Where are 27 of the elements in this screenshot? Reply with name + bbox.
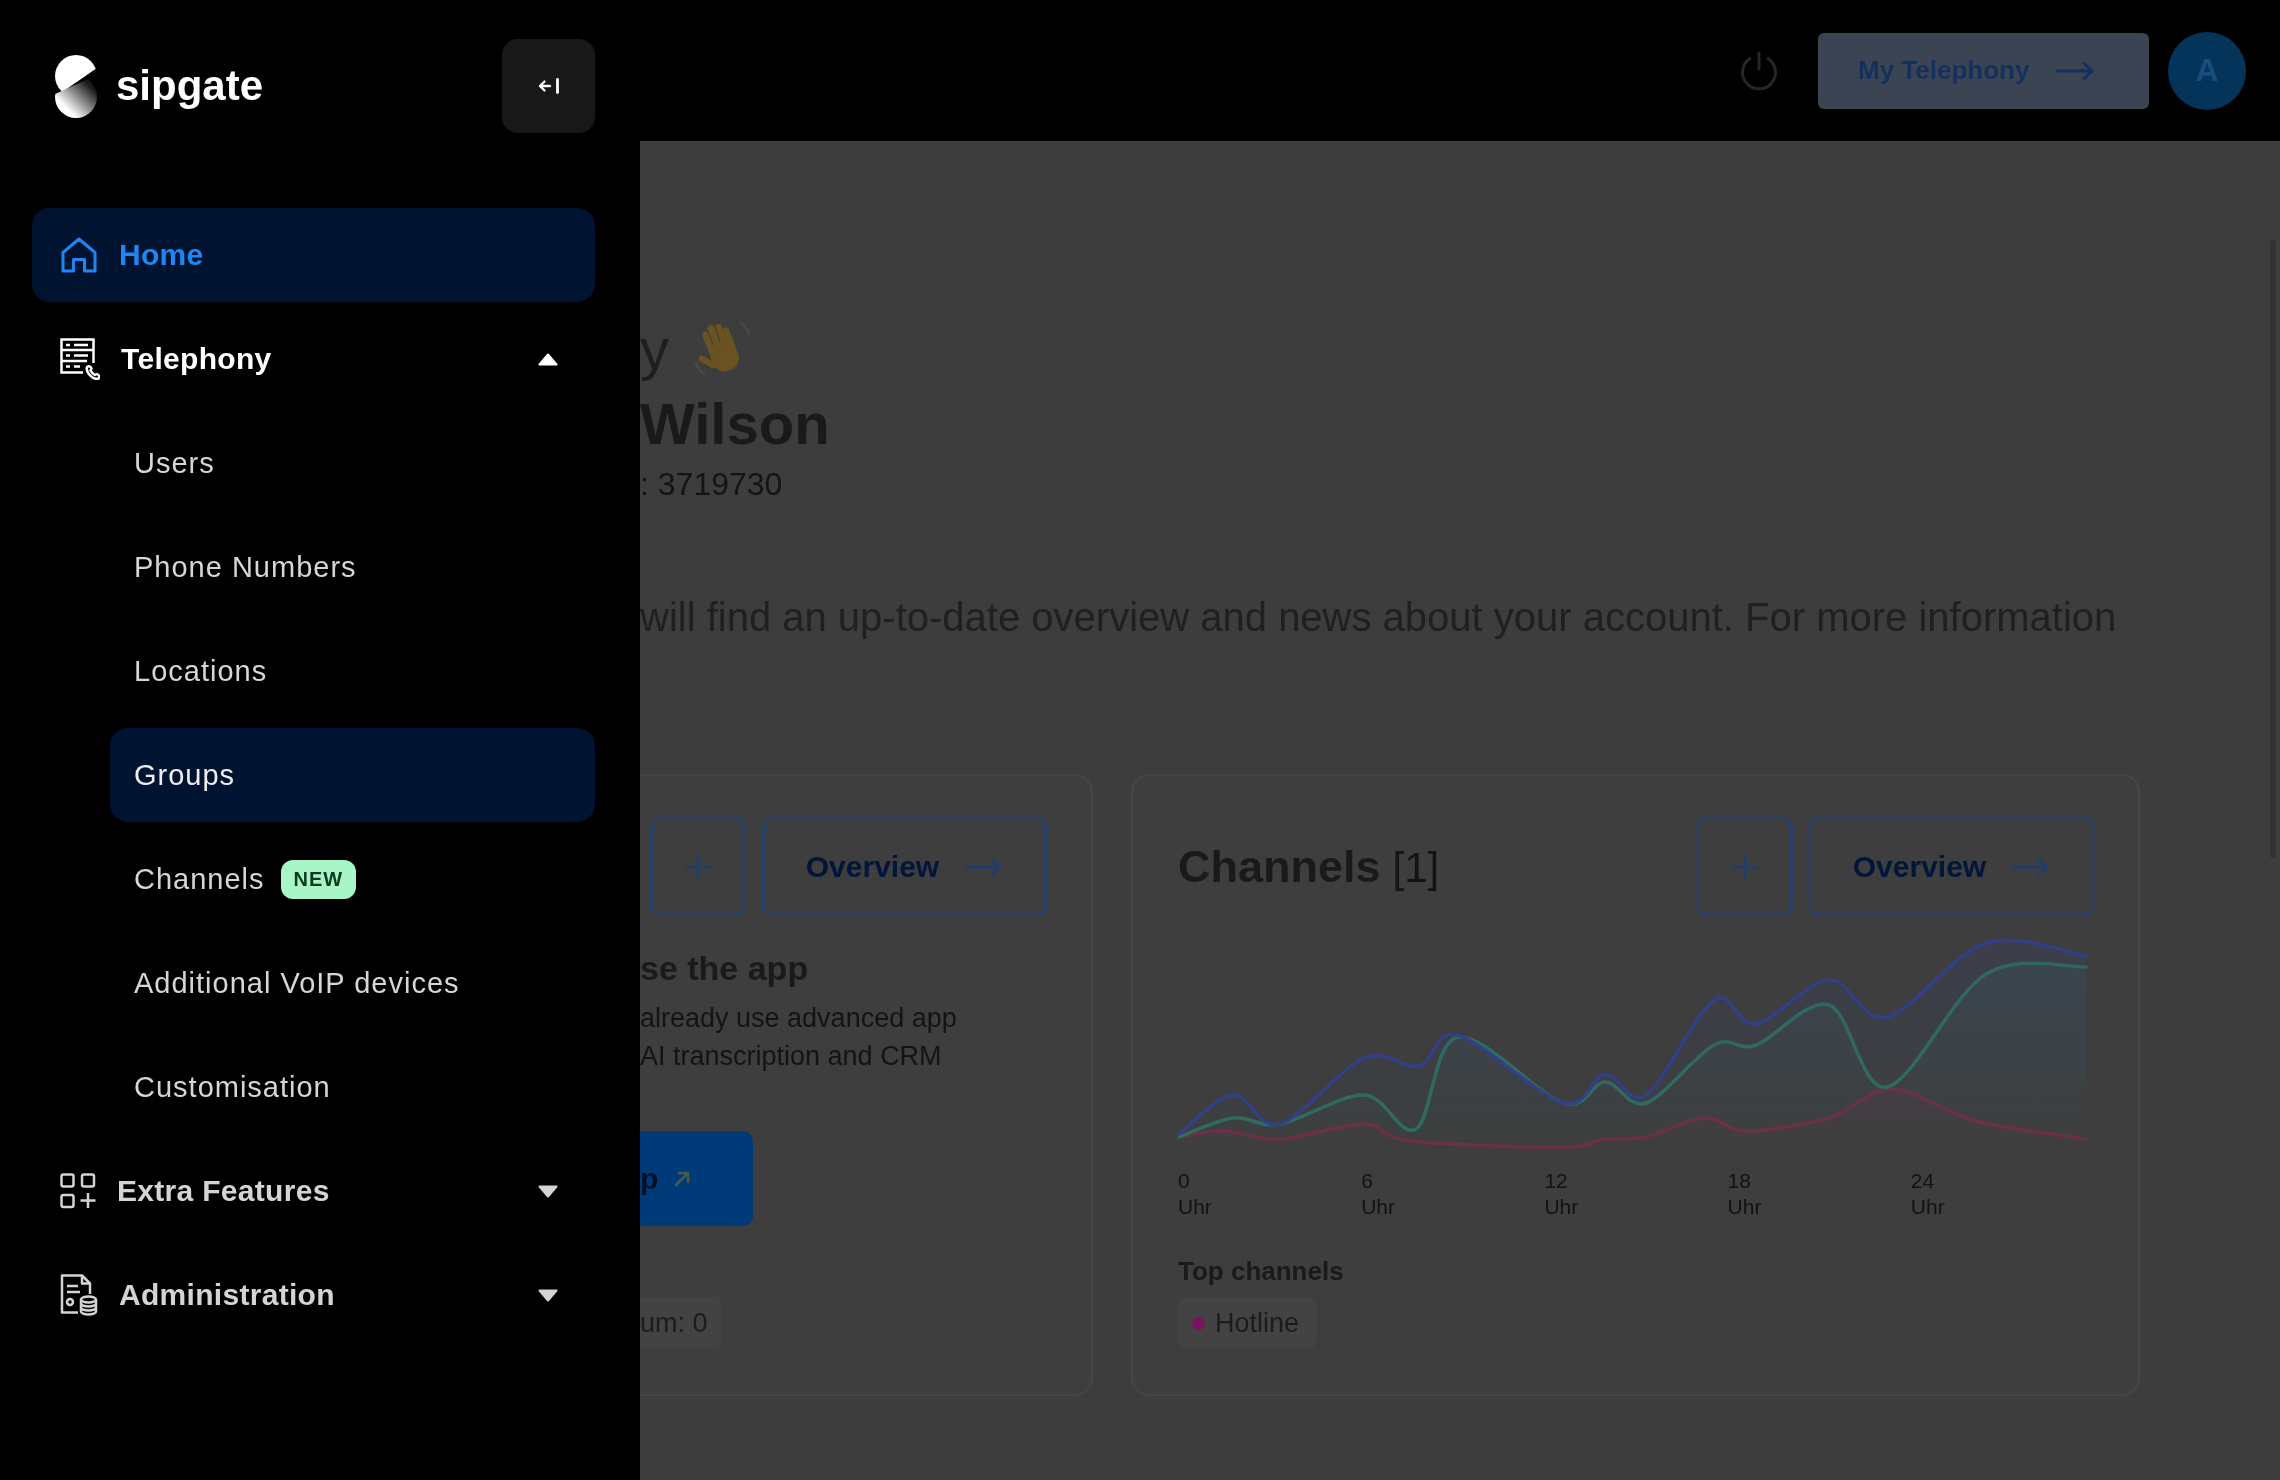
nav-group-toggle[interactable]: Extra Features: [32, 1144, 595, 1238]
new-badge: NEW: [280, 859, 357, 899]
document-database-icon: [60, 1274, 98, 1316]
add-button[interactable]: [1697, 817, 1793, 916]
nav-group-toggle[interactable]: Administration: [32, 1248, 595, 1342]
nav-subitem[interactable]: Customisation: [110, 1040, 595, 1134]
nav-item[interactable]: Home: [32, 208, 595, 302]
nav-group-toggle[interactable]: Telephony: [32, 312, 595, 406]
brand-name: sipgate: [116, 61, 264, 111]
phone-list-icon: [60, 338, 100, 380]
logo-icon: [55, 54, 97, 118]
home-icon: [60, 236, 98, 274]
nav-subitem[interactable]: Users: [110, 416, 595, 510]
nav-subitem[interactable]: Additional VoIP devices: [110, 936, 595, 1030]
collapse-sidebar-button[interactable]: [502, 39, 595, 133]
nav-subitem[interactable]: Channels NEW: [110, 832, 595, 926]
grid-plus-icon: [60, 1173, 96, 1209]
plus-icon: [684, 852, 712, 881]
arrow-right-icon: [963, 856, 1004, 877]
add-button[interactable]: [650, 817, 746, 916]
nav-subitem[interactable]: Groups: [110, 728, 595, 822]
arrow-right-icon: [2010, 856, 2051, 877]
arrow-right-icon: [2055, 60, 2096, 81]
nav-subitem[interactable]: Locations: [110, 624, 595, 718]
nav-subitem[interactable]: Phone Numbers: [110, 520, 595, 614]
arrow-left-bar-icon: [537, 78, 560, 94]
plus-icon: [1731, 852, 1759, 881]
